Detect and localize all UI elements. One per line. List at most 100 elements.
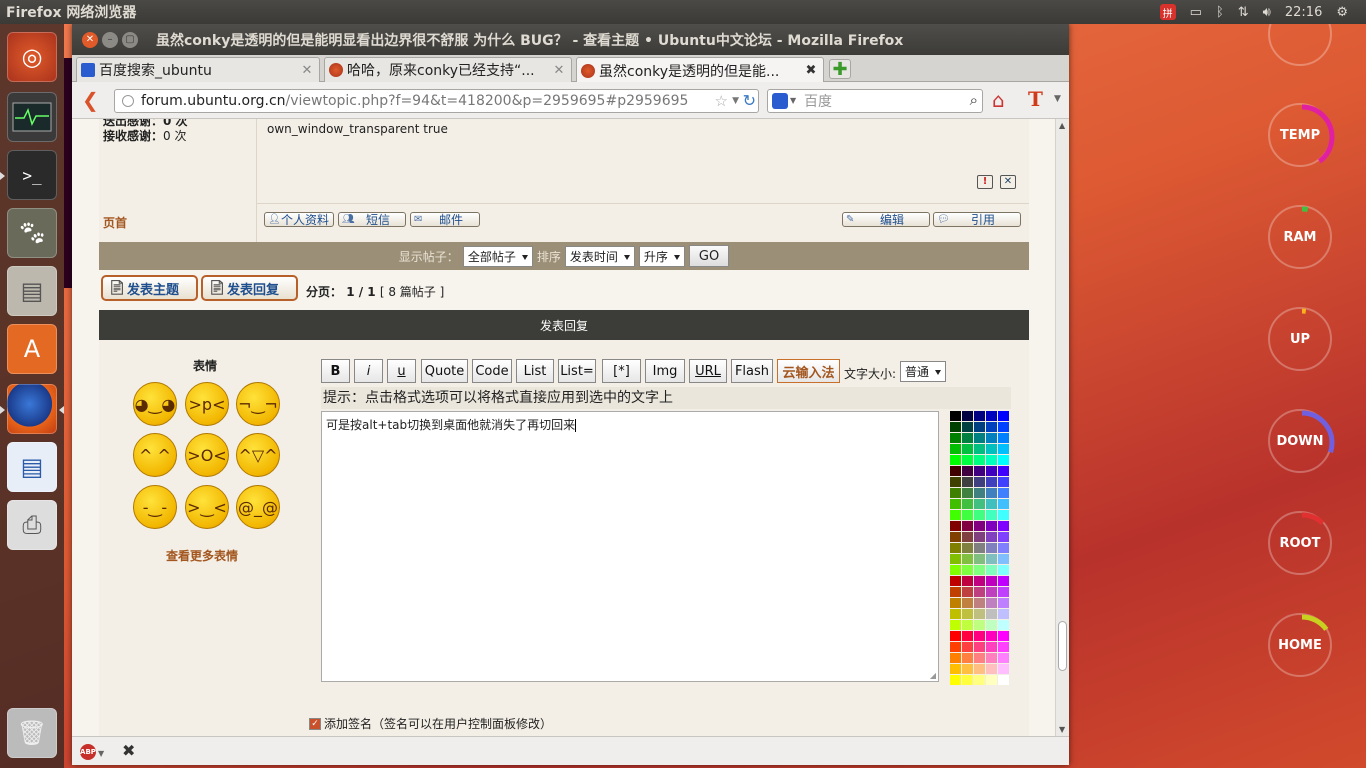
ime-icon[interactable]: 拼 [1159, 4, 1176, 20]
color-swatch[interactable] [962, 609, 973, 619]
color-swatch[interactable] [974, 543, 985, 553]
color-swatch[interactable] [986, 675, 997, 685]
back-to-top-link[interactable]: 页首 [103, 214, 127, 231]
usb-creator-icon[interactable]: ⎙ [7, 500, 57, 550]
color-swatch[interactable] [962, 642, 973, 652]
report-post-icon[interactable]: ! [977, 175, 993, 189]
color-swatch[interactable] [962, 631, 973, 641]
sort-order-select[interactable]: 升序 [638, 245, 685, 267]
profile-button[interactable]: 👤︎ 个人资料 [264, 212, 334, 227]
emoticon-smile-icon[interactable]: ◕‿◕ [133, 382, 177, 426]
search-icon[interactable]: ⌕ [970, 91, 978, 109]
power-icon[interactable]: ⚙ [1336, 5, 1348, 20]
color-swatch[interactable] [962, 455, 973, 465]
color-swatch[interactable] [998, 422, 1009, 432]
warn-post-icon[interactable]: ✕ [1000, 175, 1016, 189]
gimp-icon[interactable]: 🐾︎ [7, 208, 57, 258]
color-swatch[interactable] [962, 587, 973, 597]
color-swatch[interactable] [998, 532, 1009, 542]
color-swatch[interactable] [998, 664, 1009, 674]
url-bar[interactable]: forum.ubuntu.org.cn/viewtopic.php?f=94&t… [114, 89, 759, 113]
emoticon-chuckle-icon[interactable]: >‿< [185, 485, 229, 529]
color-swatch[interactable] [962, 422, 973, 432]
cloud-ime-button[interactable]: 云输入法 [777, 359, 840, 383]
color-swatch[interactable] [974, 411, 985, 421]
color-swatch[interactable] [950, 587, 961, 597]
network-icon[interactable]: ⇅ [1238, 5, 1249, 20]
color-swatch[interactable] [974, 488, 985, 498]
color-swatch[interactable] [962, 444, 973, 454]
color-swatch[interactable] [986, 411, 997, 421]
color-swatch[interactable] [962, 510, 973, 520]
color-swatch[interactable] [962, 620, 973, 630]
terminal-icon[interactable]: >_ [7, 150, 57, 200]
format-list-item-button[interactable]: [*] [602, 359, 641, 383]
system-monitor-icon[interactable] [7, 92, 57, 142]
color-swatch[interactable] [998, 554, 1009, 564]
format-code-button[interactable]: Code [472, 359, 512, 383]
color-swatch[interactable] [986, 510, 997, 520]
scroll-down-icon[interactable]: ▼ [1059, 725, 1065, 734]
color-swatch[interactable] [950, 565, 961, 575]
color-swatch[interactable] [998, 576, 1009, 586]
search-bar[interactable]: ▼ 百度 ⌕ [767, 89, 983, 113]
color-swatch[interactable] [974, 609, 985, 619]
color-swatch[interactable] [974, 587, 985, 597]
color-swatch[interactable] [974, 477, 985, 487]
maximize-window-button[interactable]: ▢ [122, 31, 138, 48]
engine-dropdown-icon[interactable]: ▼ [790, 96, 796, 105]
emoticon-laugh-icon[interactable]: >O< [185, 433, 229, 477]
color-swatch[interactable] [950, 554, 961, 564]
color-swatch[interactable] [950, 620, 961, 630]
color-swatch[interactable] [998, 598, 1009, 608]
color-swatch[interactable] [998, 411, 1009, 421]
minimize-window-button[interactable]: – [102, 31, 118, 48]
color-swatch[interactable] [950, 466, 961, 476]
adblock-dropdown-icon[interactable]: ▼ [98, 749, 104, 758]
color-swatch[interactable] [986, 488, 997, 498]
display-posts-select[interactable]: 全部帖子 [462, 245, 533, 267]
color-swatch[interactable] [986, 433, 997, 443]
url-history-dropdown-icon[interactable]: ▼ [732, 96, 739, 106]
color-swatch[interactable] [950, 477, 961, 487]
format-image-button[interactable]: Img [645, 359, 685, 383]
color-swatch[interactable] [986, 587, 997, 597]
color-swatch[interactable] [950, 631, 961, 641]
tab-conky-support[interactable]: 哈哈，原来conky已经支持“... ✕ [324, 57, 572, 82]
format-list-button[interactable]: List [516, 359, 554, 383]
color-swatch[interactable] [998, 499, 1009, 509]
color-swatch[interactable] [974, 422, 985, 432]
color-swatch[interactable] [974, 631, 985, 641]
color-swatch[interactable] [998, 444, 1009, 454]
private-message-button[interactable]: 👥︎ 短信 [338, 212, 406, 227]
color-swatch[interactable] [962, 521, 973, 531]
color-swatch[interactable] [950, 521, 961, 531]
bookmark-star-icon[interactable]: ☆ [715, 92, 728, 110]
format-bold-button[interactable]: B [321, 359, 350, 383]
more-emoticons-link[interactable]: 查看更多表情 [166, 547, 238, 564]
color-swatch[interactable] [998, 477, 1009, 487]
firefox-icon[interactable] [7, 384, 57, 434]
page-scrollbar[interactable]: ▲ ▼ [1055, 119, 1069, 736]
color-swatch[interactable] [986, 444, 997, 454]
color-swatch[interactable] [962, 499, 973, 509]
color-swatch[interactable] [950, 411, 961, 421]
color-swatch[interactable] [986, 532, 997, 542]
color-swatch[interactable] [986, 598, 997, 608]
color-swatch[interactable] [974, 521, 985, 531]
post-reply-button[interactable]: 📄︎ 发表回复 [201, 275, 298, 301]
tab-close-icon[interactable]: ✕ [299, 63, 315, 78]
color-swatch[interactable] [962, 554, 973, 564]
battery-icon[interactable]: ▭ [1190, 5, 1202, 20]
color-swatch[interactable] [962, 543, 973, 553]
reload-icon[interactable]: ↻ [743, 91, 756, 110]
clock[interactable]: 22:16 [1285, 5, 1322, 20]
color-swatch[interactable] [962, 466, 973, 476]
color-swatch[interactable] [998, 488, 1009, 498]
color-swatch[interactable] [998, 433, 1009, 443]
emoticon-giggle-icon[interactable]: ^ ^ [133, 433, 177, 477]
color-swatch[interactable] [974, 499, 985, 509]
color-swatch[interactable] [974, 554, 985, 564]
scroll-up-icon[interactable]: ▲ [1059, 121, 1065, 130]
globe-icon[interactable] [122, 95, 134, 107]
